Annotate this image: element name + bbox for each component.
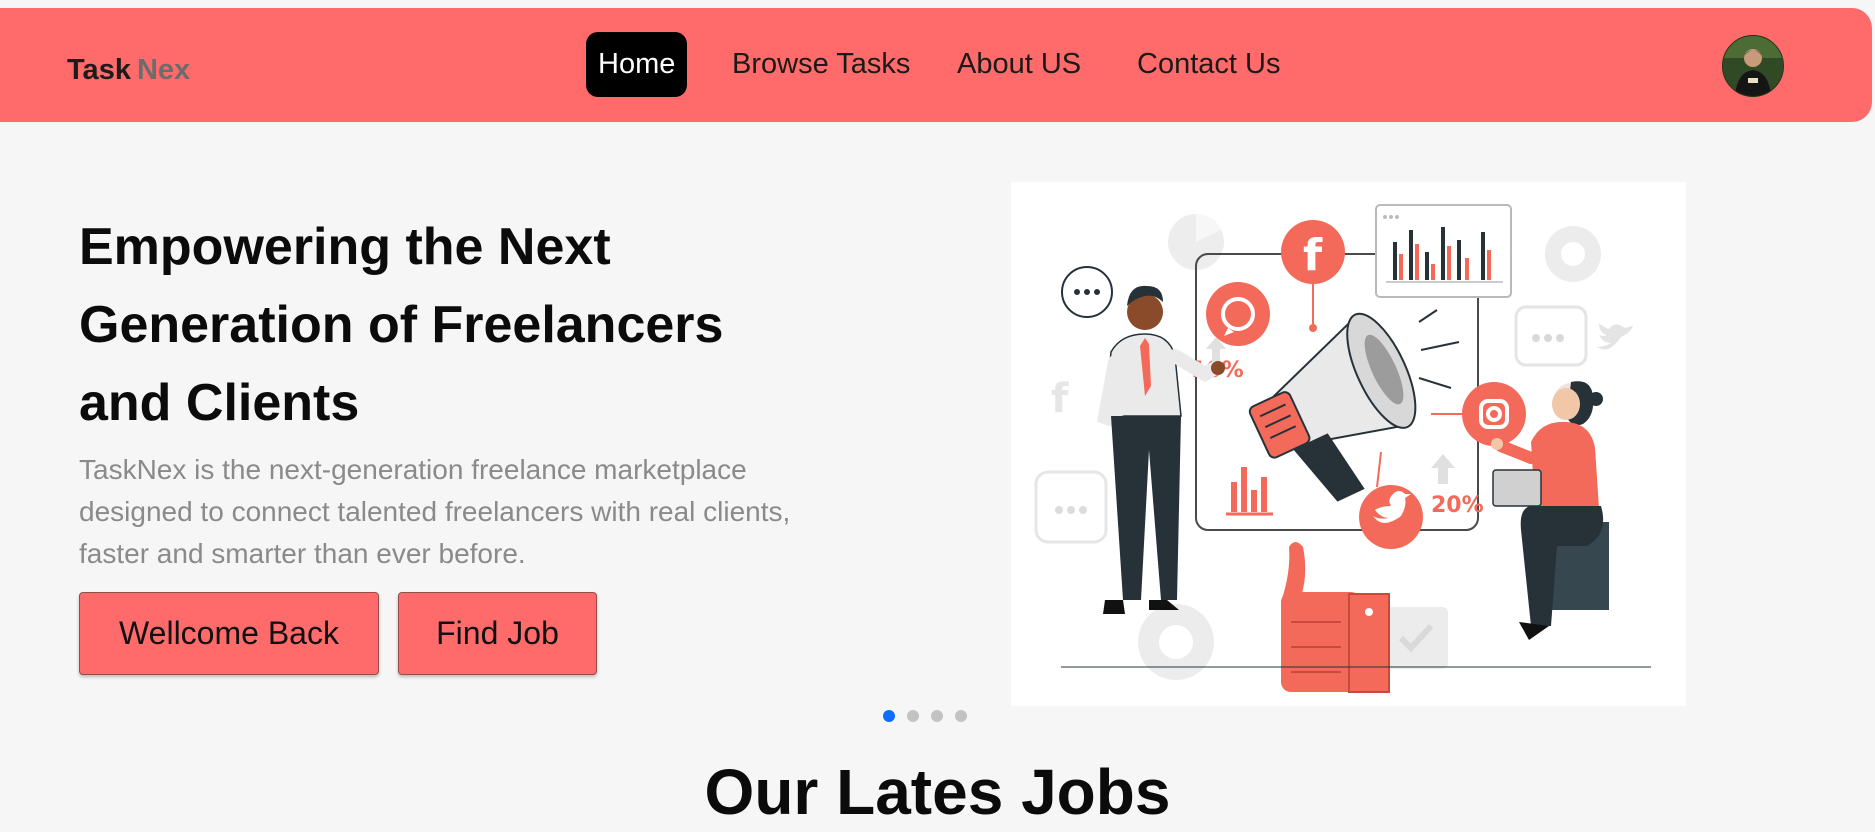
nav-about-us[interactable]: About US (957, 32, 1081, 97)
navbar: Task Nex Home Browse Tasks About US Conta… (0, 8, 1872, 122)
social-media-marketing-illustration: f f 10% (1034, 204, 1651, 693)
user-avatar[interactable] (1722, 35, 1784, 97)
nav-home[interactable]: Home (586, 32, 688, 97)
carousel-dot-1[interactable] (883, 710, 895, 722)
brand-name-part1: Task (67, 54, 131, 86)
svg-text:f: f (1051, 376, 1069, 422)
welcome-back-button[interactable]: Wellcome Back (79, 592, 379, 675)
carousel-indicators (883, 710, 967, 722)
hero-description: TaskNex is the next-generation freelance… (79, 454, 791, 569)
nav-contact-us[interactable]: Contact Us (1137, 32, 1280, 97)
brand-logo[interactable]: Task Nex (67, 54, 190, 87)
brand-name-part2: Nex (136, 54, 191, 86)
hero-illustration: f f 10% (1011, 182, 1686, 706)
carousel-dot-3[interactable] (931, 710, 943, 722)
carousel-dot-2[interactable] (907, 710, 919, 722)
hero-title: Empowering the Next Generation of Freela… (79, 218, 724, 432)
carousel-dot-4[interactable] (955, 710, 967, 722)
nav-browse-tasks[interactable]: Browse Tasks (732, 32, 910, 97)
svg-text:f: f (1303, 230, 1323, 281)
user-avatar-icon (1723, 36, 1783, 96)
latest-jobs-title: Our Lates Jobs (704, 756, 1171, 828)
find-job-button[interactable]: Find Job (398, 592, 597, 675)
svg-text:20%: 20% (1431, 493, 1484, 518)
